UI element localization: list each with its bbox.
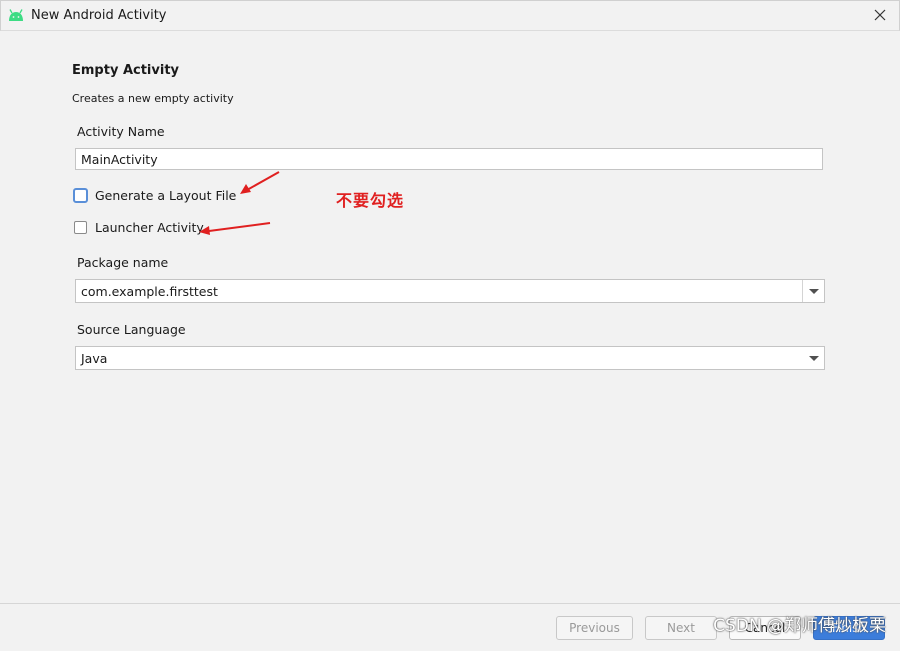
next-button[interactable]: Next [645,616,717,640]
package-name-value: com.example.firsttest [81,284,218,299]
activity-name-input[interactable] [75,148,823,170]
page-title: Empty Activity [72,63,180,78]
finish-button[interactable]: Finish [813,616,885,640]
cancel-button[interactable]: Cancel [729,616,801,640]
source-language-select[interactable]: Java [75,346,825,370]
combo-divider [802,280,803,302]
chevron-down-icon[interactable] [809,289,819,294]
generate-layout-checkbox-box[interactable] [73,188,88,203]
title-bar: New Android Activity [0,0,900,31]
wizard-content: Empty Activity Creates a new empty activ… [0,30,900,603]
launcher-activity-checkbox[interactable]: Launcher Activity [74,220,204,238]
source-language-label: Source Language [77,322,186,337]
previous-button[interactable]: Previous [556,616,633,640]
annotation-arrow-icon [199,222,271,235]
window-title: New Android Activity [31,8,167,23]
wizard-footer: Previous Next Cancel Finish [0,603,900,651]
package-name-label: Package name [77,255,169,270]
activity-name-label: Activity Name [77,124,165,139]
close-icon[interactable] [871,6,889,24]
annotation-text: 不要勾选 [336,191,405,210]
source-language-value: Java [81,351,108,366]
page-description: Creates a new empty activity [72,92,234,105]
generate-layout-label: Generate a Layout File [95,188,237,203]
android-icon [9,9,23,21]
launcher-activity-checkbox-box[interactable] [74,221,87,234]
generate-layout-checkbox[interactable]: Generate a Layout File [73,188,244,206]
package-name-combo[interactable]: com.example.firsttest [75,279,825,303]
launcher-activity-label: Launcher Activity [95,220,204,235]
chevron-down-icon[interactable] [809,356,819,361]
